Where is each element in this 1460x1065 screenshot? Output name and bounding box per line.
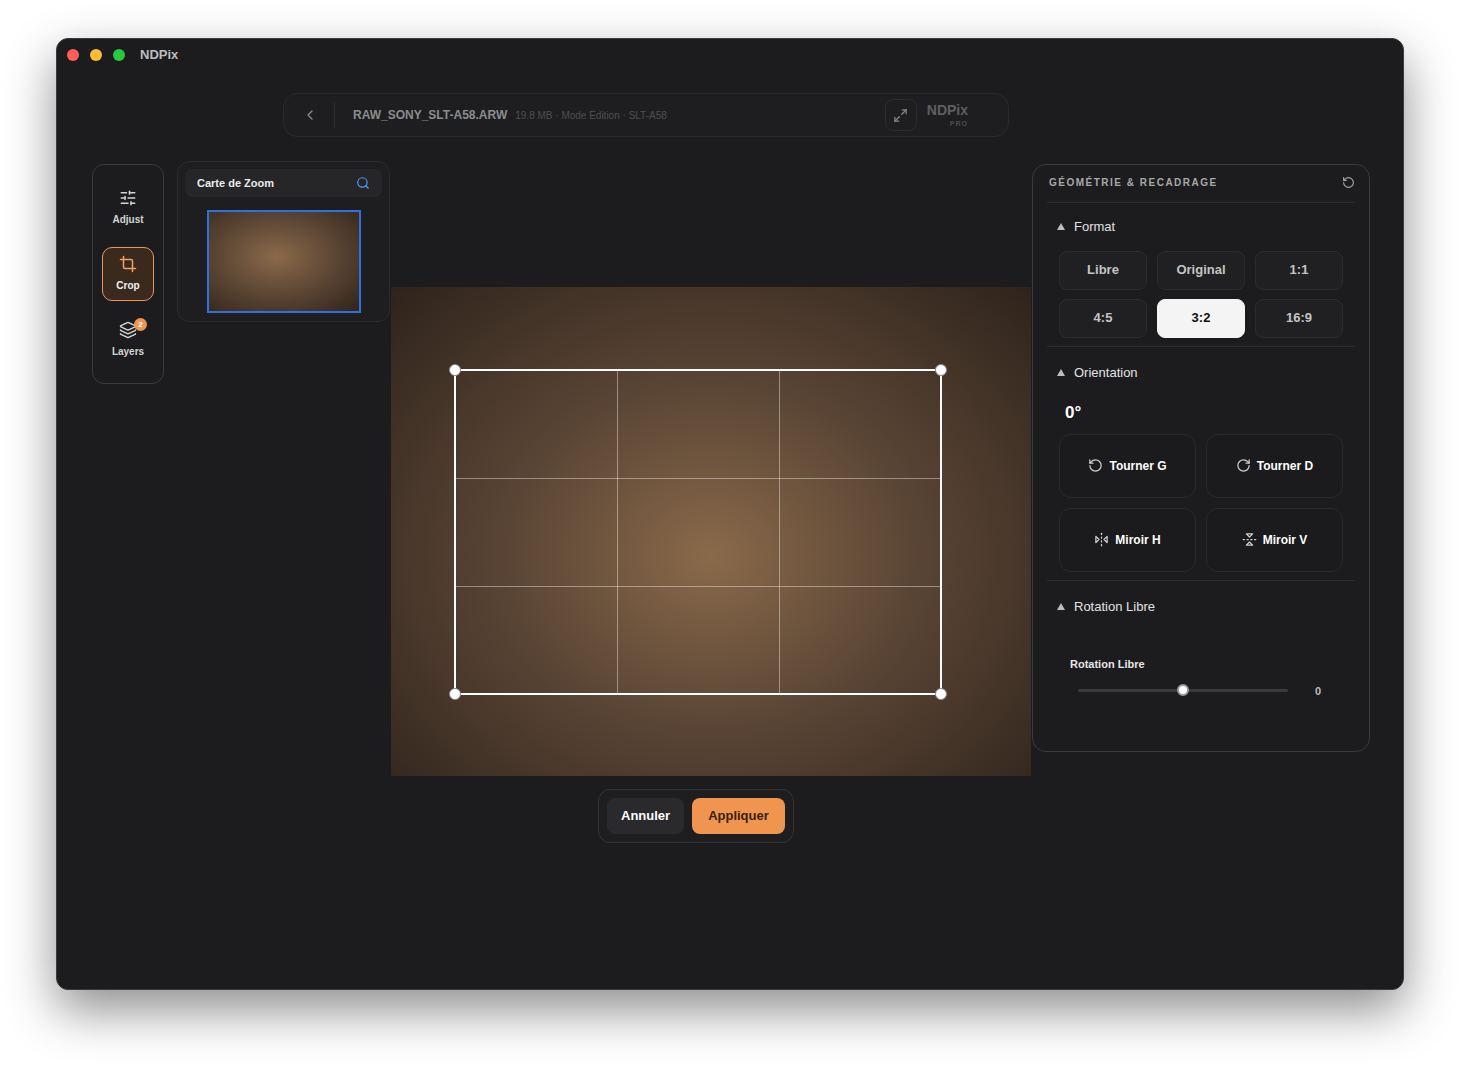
search-icon[interactable] <box>356 176 370 190</box>
orientation-icon <box>1088 458 1103 473</box>
orientation-icon <box>1242 532 1257 547</box>
tool-icon <box>119 189 137 207</box>
section-title: Orientation <box>1074 363 1138 383</box>
tool-badge: 2 <box>134 318 147 331</box>
file-name: RAW_SONY_SLT-A58.ARW <box>353 106 507 124</box>
slider-reading: 0 <box>1315 683 1321 700</box>
crop-actions: AnnulerAppliquer <box>598 789 794 843</box>
section-header[interactable]: Orientation <box>1047 355 1355 391</box>
file-info: 19.8 MB · Mode Édition · SLT-A58 <box>515 108 667 123</box>
title-bar: NDPix <box>57 39 1403 71</box>
panel-header: GÉOMÉTRIE & RECADRAGE <box>1047 165 1355 203</box>
zoom-thumbnail[interactable] <box>207 210 361 313</box>
orientation-icon <box>1236 458 1251 473</box>
tool-rail: Adjust Crop Layers2 <box>92 164 164 384</box>
crop-frame[interactable] <box>454 369 942 695</box>
tool-item[interactable]: Crop <box>102 247 154 301</box>
geometry-panel: GÉOMÉTRIE & RECADRAGE Format Libre Original… <box>1032 164 1370 752</box>
cancel-button[interactable]: Annuler <box>607 798 684 834</box>
section-title: Rotation Libre <box>1074 597 1155 617</box>
window-title: NDPix <box>140 45 178 65</box>
triangle-icon <box>1057 369 1065 376</box>
zoom-button[interactable] <box>113 49 125 61</box>
apply-button[interactable]: Appliquer <box>692 798 785 834</box>
app-window: NDPix RAW_SONY_SLT-A58.ARW 19.8 MB · Mode … <box>56 38 1404 990</box>
format-option[interactable]: 16:9 <box>1255 299 1343 338</box>
tool-item[interactable]: Adjust <box>102 181 154 235</box>
rotation-slider[interactable] <box>1078 689 1288 692</box>
zoom-map-panel: Carte de Zoom <box>177 161 390 322</box>
triangle-icon <box>1057 603 1065 610</box>
expand-icon <box>893 108 908 123</box>
format-option[interactable]: Libre <box>1059 251 1147 290</box>
page: NDPix RAW_SONY_SLT-A58.ARW 19.8 MB · Mode … <box>0 0 1460 1065</box>
format-section: Format Libre Original 1:1 4:5 3:2 16:9 <box>1047 203 1355 347</box>
back-icon[interactable] <box>302 107 318 123</box>
format-option[interactable]: 4:5 <box>1059 299 1147 338</box>
format-option[interactable]: 3:2 <box>1157 299 1245 338</box>
rotation-section: Rotation Libre Rotation Libre 0 <box>1047 581 1355 700</box>
tool-icon <box>119 255 137 273</box>
slider-thumb[interactable] <box>1177 684 1189 696</box>
orientation-button[interactable]: Tourner D <box>1206 434 1343 498</box>
orientation-button[interactable]: Miroir V <box>1206 508 1343 572</box>
workspace: Adjust Crop Layers2 Carte de Zoom AnnulerApp… <box>57 161 1403 843</box>
crop-handle[interactable] <box>935 688 947 700</box>
tool-item[interactable]: Layers2 <box>102 313 154 367</box>
toolbar: RAW_SONY_SLT-A58.ARW 19.8 MB · Mode Éditi… <box>283 93 1009 137</box>
orientation-button[interactable]: Tourner G <box>1059 434 1196 498</box>
crop-handle[interactable] <box>449 364 461 376</box>
orientation-button[interactable]: Miroir H <box>1059 508 1196 572</box>
section-header[interactable]: Rotation Libre <box>1047 589 1355 625</box>
close-button[interactable] <box>67 49 79 61</box>
photo-canvas <box>391 287 1031 776</box>
angle-value: 0° <box>1059 390 1343 434</box>
zoom-map-header: Carte de Zoom <box>185 169 382 197</box>
crop-handle[interactable] <box>449 688 461 700</box>
minimize-button[interactable] <box>90 49 102 61</box>
section-title: Format <box>1074 217 1115 237</box>
orientation-section: Orientation 0°Tourner GTourner DMiroir HM… <box>1047 347 1355 581</box>
reset-icon[interactable] <box>1342 176 1355 189</box>
format-option[interactable]: 1:1 <box>1255 251 1343 290</box>
slider-label: Rotation Libre <box>1070 656 1332 673</box>
format-option[interactable]: Original <box>1157 251 1245 290</box>
canvas-column: AnnulerAppliquer <box>391 287 1031 843</box>
logo: NDPixPRO <box>927 103 968 127</box>
fullscreen-button[interactable] <box>885 99 917 131</box>
orientation-icon <box>1094 532 1109 547</box>
section-header[interactable]: Format <box>1047 209 1355 245</box>
crop-handle[interactable] <box>935 364 947 376</box>
triangle-icon <box>1057 223 1065 230</box>
